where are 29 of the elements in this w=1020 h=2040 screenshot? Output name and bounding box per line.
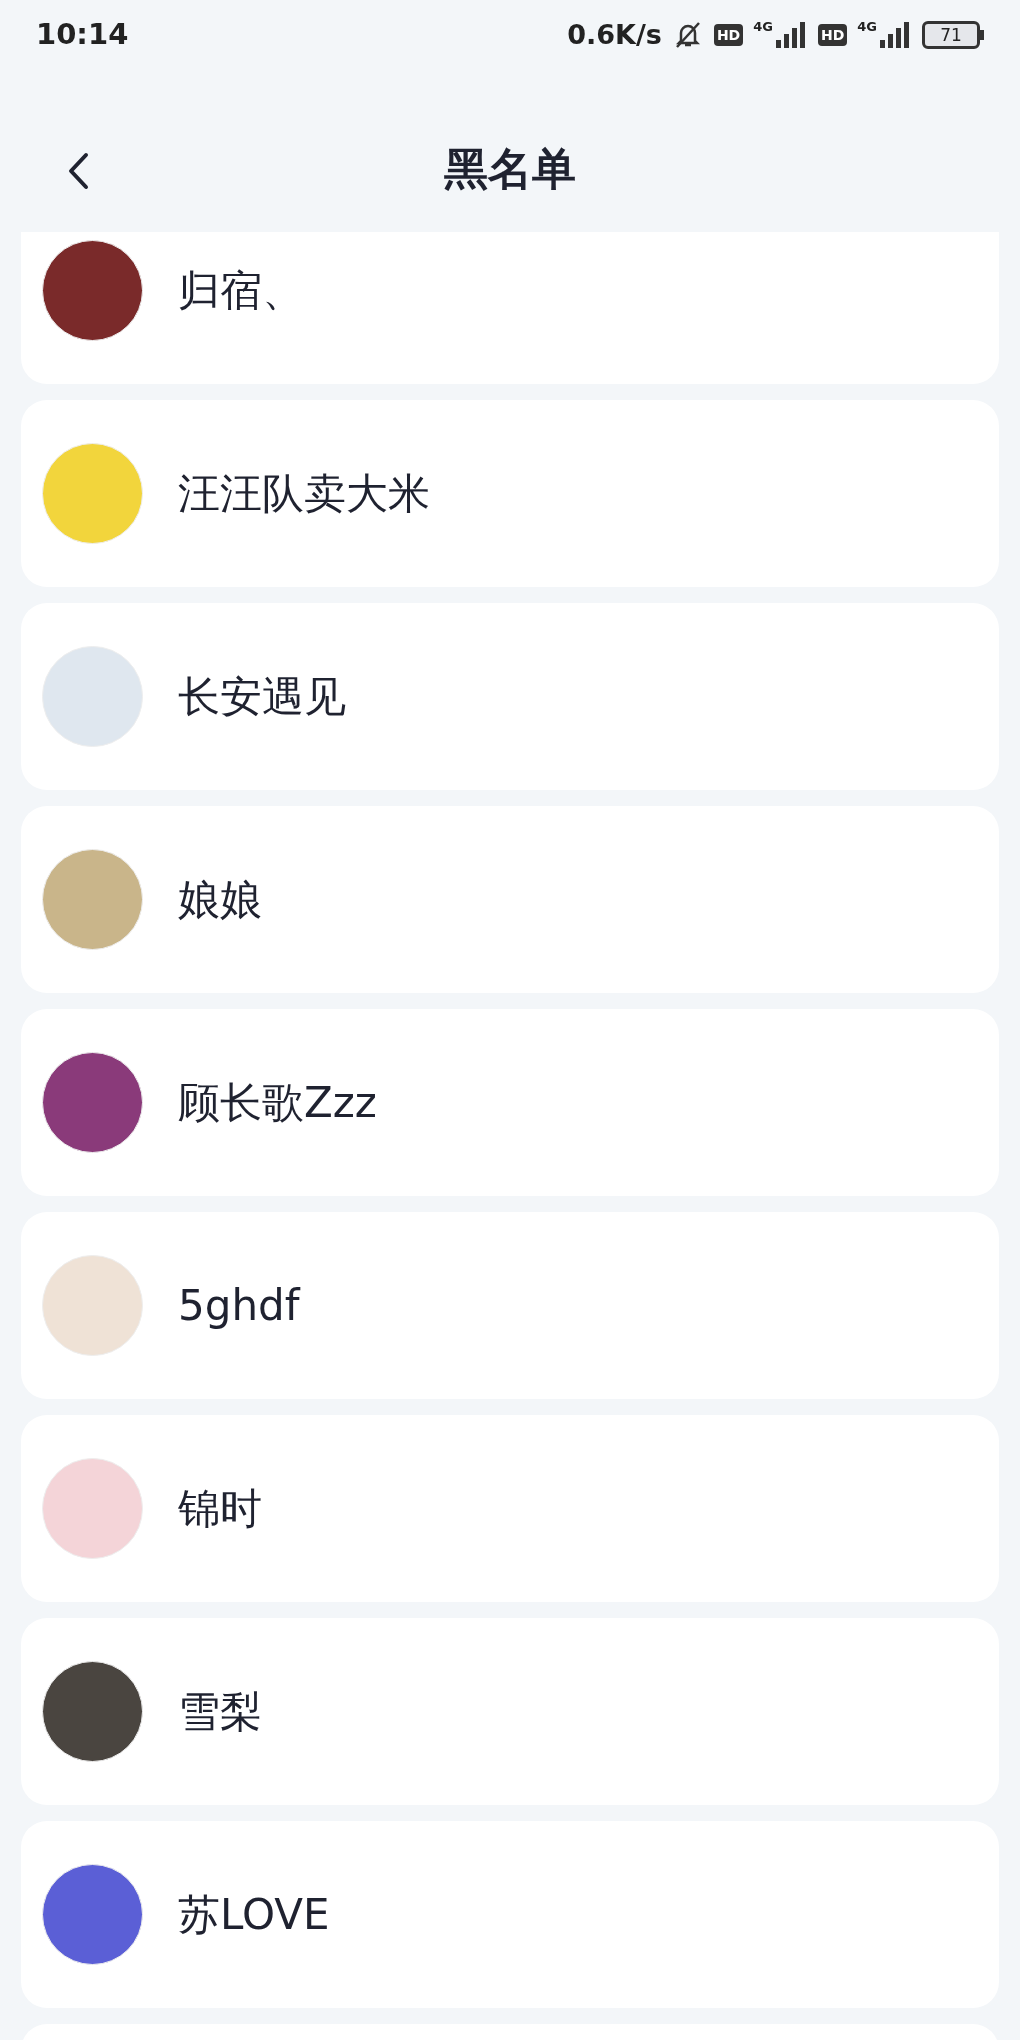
user-row[interactable]: 顾长歌Zzz — [21, 1009, 999, 1196]
user-name: 归宿、 — [178, 265, 304, 317]
user-row[interactable]: 汪汪队卖大米 — [21, 400, 999, 587]
network-type: 4G — [753, 20, 773, 34]
user-name: 苏LOVE — [178, 1889, 330, 1941]
user-row[interactable]: 长安遇见 — [21, 603, 999, 790]
network-type: 4G — [857, 20, 877, 34]
signal-icon — [773, 20, 808, 50]
hd-badge: HD — [817, 24, 848, 46]
signal-icon — [878, 20, 912, 50]
user-row[interactable]: 娘娘 — [21, 806, 999, 993]
user-row[interactable]: 雪梨 — [21, 1618, 999, 1805]
clock-time: 10:14 — [36, 16, 129, 54]
user-row[interactable]: 5ghdf — [21, 1212, 999, 1399]
user-row[interactable]: 苏LOVE — [21, 1821, 999, 2008]
network-speed: 0.6K/s — [567, 17, 662, 52]
battery-indicator: 71 — [922, 21, 980, 49]
hd-badge: HD — [713, 24, 744, 46]
user-name: 锦时 — [178, 1483, 262, 1535]
battery-tip-icon — [980, 30, 984, 40]
user-name: 顾长歌Zzz — [178, 1077, 377, 1129]
user-name: 长安遇见 — [178, 671, 346, 723]
user-name: 汪汪队卖大米 — [178, 468, 430, 520]
page-title: 黑名单 — [444, 142, 576, 196]
user-row[interactable]: 归宿、 — [21, 232, 999, 384]
user-name: 雪梨 — [178, 1686, 262, 1738]
user-row[interactable]: 锦时 — [21, 1415, 999, 1602]
user-name: 5ghdf — [178, 1280, 300, 1332]
user-name: 娘娘 — [178, 874, 262, 926]
